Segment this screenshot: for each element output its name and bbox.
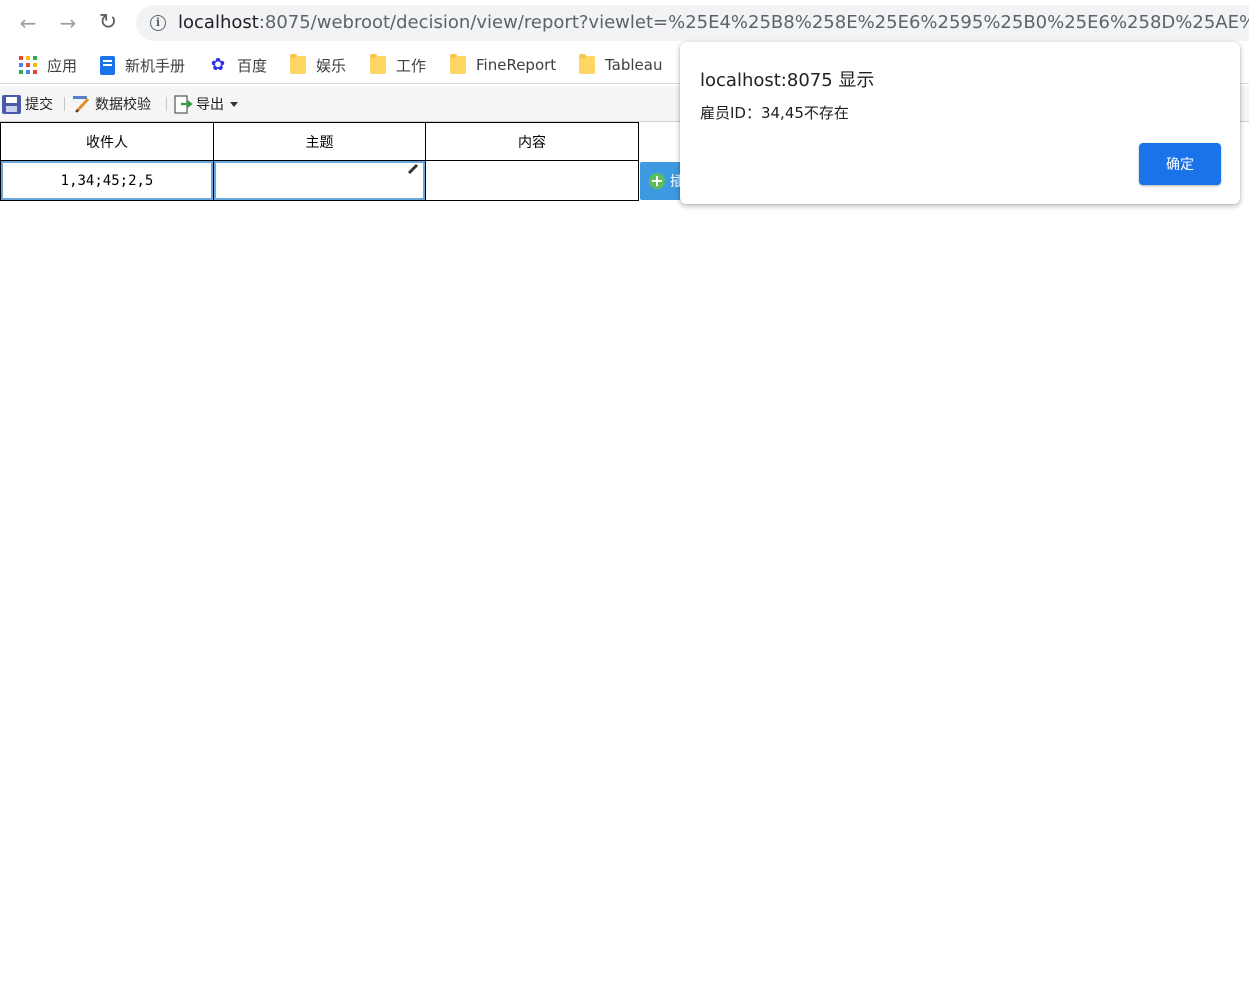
baidu-paw-icon: ✿ xyxy=(210,55,226,75)
url-text[interactable]: localhost:8075/webroot/decision/view/rep… xyxy=(178,12,1249,34)
header-subject: 主题 xyxy=(213,122,426,161)
submit-label: 提交 xyxy=(25,97,53,113)
table-header-row: 收件人 主题 内容 xyxy=(0,122,639,161)
export-button[interactable]: 导出 xyxy=(174,94,238,114)
export-label: 导出 xyxy=(196,97,224,113)
url-host: localhost xyxy=(178,12,259,33)
dialog-message: 雇员ID：34,45不存在 xyxy=(700,104,849,122)
reload-icon[interactable]: ↻ xyxy=(96,11,120,35)
bookmark-label: Tableau xyxy=(605,56,663,74)
toolbar-divider xyxy=(166,97,167,111)
pencil-icon xyxy=(407,163,419,175)
chevron-down-icon xyxy=(230,101,238,107)
back-arrow-icon[interactable]: ← xyxy=(16,11,40,35)
validate-label: 数据校验 xyxy=(95,97,151,113)
bookmark-label: 新机手册 xyxy=(125,56,186,75)
alert-dialog: localhost:8075 显示 雇员ID：34,45不存在 确定 xyxy=(680,42,1240,204)
export-icon xyxy=(174,94,193,114)
bookmark-folder-finereport[interactable]: FineReport xyxy=(450,54,556,76)
recipient-cell[interactable]: 1,34;45;2,5 xyxy=(0,160,214,201)
bookmark-folder-entertainment[interactable]: 娱乐 xyxy=(290,54,346,76)
bookmark-apps[interactable]: 应用 xyxy=(19,54,77,76)
site-info-icon[interactable]: i xyxy=(150,15,166,31)
bookmark-label: FineReport xyxy=(476,56,557,74)
bookmark-label: 娱乐 xyxy=(316,56,347,75)
folder-icon xyxy=(290,54,306,74)
folder-icon xyxy=(450,54,466,74)
book-icon xyxy=(100,55,115,75)
bookmark-label: 百度 xyxy=(237,56,268,75)
submit-button[interactable]: 提交 xyxy=(2,94,53,114)
folder-icon xyxy=(579,54,595,74)
url-path: :8075/webroot/decision/view/report?viewl… xyxy=(258,12,1249,33)
url-omnibox[interactable]: i localhost:8075/webroot/decision/view/r… xyxy=(136,5,1249,41)
bookmark-label: 应用 xyxy=(47,56,78,75)
bookmark-folder-work[interactable]: 工作 xyxy=(370,54,426,76)
content-cell[interactable] xyxy=(425,160,639,201)
header-content: 内容 xyxy=(425,122,639,161)
bookmark-baidu[interactable]: ✿ 百度 xyxy=(209,54,267,76)
pencil-check-icon xyxy=(72,94,92,114)
table-row: 1,34;45;2,5 xyxy=(0,160,639,201)
save-icon xyxy=(2,94,21,114)
validate-button[interactable]: 数据校验 xyxy=(72,94,151,114)
forward-arrow-icon[interactable]: → xyxy=(56,11,80,35)
folder-icon xyxy=(370,54,386,74)
apps-grid-icon xyxy=(19,56,37,74)
ok-button[interactable]: 确定 xyxy=(1139,143,1221,185)
bookmark-manual[interactable]: 新机手册 xyxy=(100,54,185,76)
subject-cell[interactable] xyxy=(213,160,426,201)
dialog-title: localhost:8075 显示 xyxy=(700,70,875,91)
report-table: 收件人 主题 内容 1,34;45;2,5 xyxy=(0,122,639,201)
plus-circle-icon xyxy=(649,173,665,189)
toolbar-divider xyxy=(64,97,65,111)
bookmark-folder-tableau[interactable]: Tableau xyxy=(579,54,663,76)
bookmark-label: 工作 xyxy=(396,56,427,75)
header-recipient: 收件人 xyxy=(0,122,214,161)
browser-address-bar: ← → ↻ i localhost:8075/webroot/decision/… xyxy=(0,0,1249,46)
